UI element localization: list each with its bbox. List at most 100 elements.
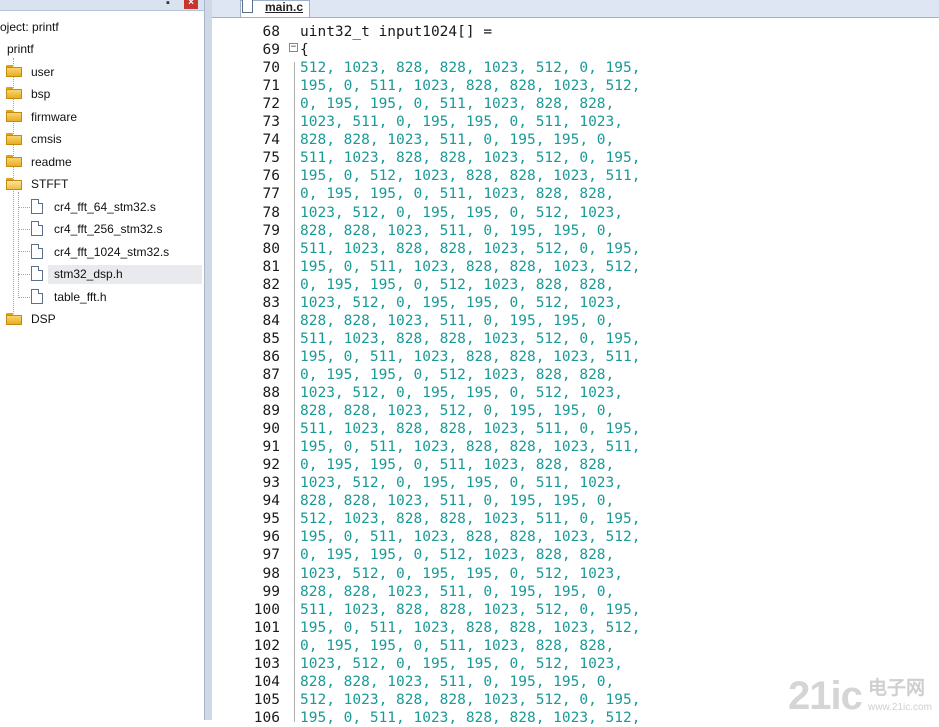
line-number: 77 [262,186,280,203]
tab-label[interactable]: main.c [265,0,303,15]
code-line: 101 195, 0, 511, 1023, 828, 828, 1023, 51… [212,619,939,637]
folder-icon [6,155,22,167]
code-line: 99 828, 828, 1023, 511, 0, 195, 195, 0, [212,583,939,601]
code-text: 828, 828, 1023, 512, 0, 195, 195, 0, [300,403,615,420]
line-number: 72 [262,96,280,113]
line-number: 76 [262,168,280,185]
line-number: 91 [262,439,280,456]
code-line: 103 1023, 512, 0, 195, 195, 0, 512, 1023, [212,655,939,673]
code-text: 1023, 511, 0, 195, 195, 0, 511, 1023, [300,114,624,131]
tree-item-readme[interactable]: readme [31,154,72,170]
code-text: 0, 195, 195, 0, 512, 1023, 828, 828, [300,547,615,564]
folder-open-icon [6,178,22,190]
line-number: 88 [262,385,280,401]
line-number: 94 [262,493,280,510]
tree-item-bsp[interactable]: bsp [31,86,50,102]
tree-item-stfft[interactable]: STFFT [31,176,68,192]
code-text: 512, 1023, 828, 828, 1023, 512, 0, 195, [300,691,641,708]
code-text: 511, 1023, 828, 828, 1023, 511, 0, 195, [300,421,641,438]
line-number: 83 [262,294,280,311]
code-line: 72 0, 195, 195, 0, 511, 1023, 828, 828, [212,95,939,113]
line-number: 103 [253,655,280,672]
code-line: 90 511, 1023, 828, 828, 1023, 511, 0, 195… [212,420,939,438]
line-number: 101 [253,619,280,636]
code-line: 87 0, 195, 195, 0, 512, 1023, 828, 828, [212,366,939,384]
code-line: 79 828, 828, 1023, 511, 0, 195, 195, 0, [212,222,939,240]
code-line: 89 828, 828, 1023, 512, 0, 195, 195, 0, [212,402,939,420]
code-text: 0, 195, 195, 0, 512, 1023, 828, 828, [300,276,615,293]
line-number: 96 [262,529,280,546]
line-number: 102 [253,637,280,654]
folder-icon [6,313,22,325]
code-line: 97 0, 195, 195, 0, 512, 1023, 828, 828, [212,546,939,564]
folder-icon [6,110,22,122]
project-panel: ▪ × oject: printf printf user bsp firmwa… [0,0,204,720]
code-line: 78 1023, 512, 0, 195, 195, 0, 512, 1023, [212,204,939,222]
code-line: 71 195, 0, 511, 1023, 828, 828, 1023, 512… [212,77,939,95]
project-label: oject: printf [0,20,59,34]
code-line: 83 1023, 512, 0, 195, 195, 0, 512, 1023, [212,294,939,312]
code-text: 0, 195, 195, 0, 511, 1023, 828, 828, [300,637,615,654]
tree-item-cmsis[interactable]: cmsis [31,131,62,147]
code-area[interactable]: − 68 uint32_t input1024[] = 69{70 512, 1023… [212,17,939,726]
line-number: 82 [262,276,280,293]
tree-item-dsp[interactable]: DSP [31,311,56,327]
code-line: 75 511, 1023, 828, 828, 1023, 512, 0, 195… [212,149,939,167]
code-text: 0, 195, 195, 0, 511, 1023, 828, 828, [300,457,615,474]
line-number: 78 [262,204,280,221]
tree-item-file[interactable]: cr4_fft_64_stm32.s [54,199,156,215]
tree-item-file[interactable]: table_fft.h [54,289,107,305]
code-text: 195, 0, 511, 1023, 828, 828, 1023, 512, [300,619,641,636]
line-number: 74 [262,132,280,149]
code-line: 100 511, 1023, 828, 828, 1023, 512, 0, 19… [212,601,939,619]
line-number: 68 [262,24,280,40]
code-text: 195, 0, 511, 1023, 828, 828, 1023, 512, [300,258,641,275]
code-text: 828, 828, 1023, 511, 0, 195, 195, 0, [300,222,615,239]
code-text: 1023, 512, 0, 195, 195, 0, 512, 1023, [300,204,624,221]
code-text: 828, 828, 1023, 511, 0, 195, 195, 0, [300,673,615,690]
tree-item-user[interactable]: user [31,64,54,80]
tree-item-firmware[interactable]: firmware [31,109,77,125]
tree-item-file[interactable]: stm32_dsp.h [54,266,123,282]
code-line: 81 195, 0, 511, 1023, 828, 828, 1023, 512… [212,258,939,276]
tree-item-file[interactable]: cr4_fft_256_stm32.s [54,221,163,237]
watermark-brand: 21ic [788,674,863,718]
code-line: 88 1023, 512, 0, 195, 195, 0, 512, 1023, [212,384,939,402]
tree-item-root[interactable]: printf [7,41,34,57]
file-icon [31,199,43,214]
watermark-cn: 电子网 [868,678,926,699]
code-editor[interactable]: main.c − 68 uint32_t input1024[] = 69{70 51… [212,0,939,726]
line-number: 70 [262,60,280,77]
code-line: 98 1023, 512, 0, 195, 195, 0, 512, 1023, [212,565,939,583]
code-text: 1023, 512, 0, 195, 195, 0, 512, 1023, [300,565,624,582]
line-number: 87 [262,366,280,383]
code-text: 511, 1023, 828, 828, 1023, 512, 0, 195, [300,240,641,257]
code-line: 93 1023, 512, 0, 195, 195, 0, 511, 1023, [212,474,939,492]
code-line: 102 0, 195, 195, 0, 511, 1023, 828, 828, [212,637,939,655]
code-text: 1023, 512, 0, 195, 195, 0, 512, 1023, [300,385,624,401]
file-icon [31,289,43,304]
code-line: 73 1023, 511, 0, 195, 195, 0, 511, 1023, [212,113,939,131]
line-number: 100 [253,601,280,618]
code-text: 195, 0, 511, 1023, 828, 828, 1023, 511, [300,439,641,456]
line-number: 92 [262,457,280,474]
line-number: 71 [262,78,280,95]
line-number: 95 [262,511,280,528]
code-text: 511, 1023, 828, 828, 1023, 512, 0, 195, [300,330,641,347]
code-line: 91 195, 0, 511, 1023, 828, 828, 1023, 511… [212,438,939,456]
code-text: 828, 828, 1023, 511, 0, 195, 195, 0, [300,312,615,329]
tree-item-file[interactable]: cr4_fft_1024_stm32.s [54,244,169,260]
code-line: 94 828, 828, 1023, 511, 0, 195, 195, 0, [212,492,939,510]
watermark-logo: 21ic 电子网 www.21ic.com [788,676,938,720]
code-text: 0, 195, 195, 0, 511, 1023, 828, 828, [300,186,615,203]
code-line: 82 0, 195, 195, 0, 512, 1023, 828, 828, [212,276,939,294]
folder-icon [6,65,22,77]
code-text: 511, 1023, 828, 828, 1023, 512, 0, 195, [300,150,641,167]
code-text: 512, 1023, 828, 828, 1023, 511, 0, 195, [300,511,641,528]
code-line: 95 512, 1023, 828, 828, 1023, 511, 0, 195… [212,510,939,528]
line-number: 86 [262,348,280,365]
code-line: 85 511, 1023, 828, 828, 1023, 512, 0, 195… [212,330,939,348]
line-number: 79 [262,222,280,239]
close-icon[interactable]: × [184,0,198,9]
pin-icon[interactable]: ▪ [166,0,170,9]
